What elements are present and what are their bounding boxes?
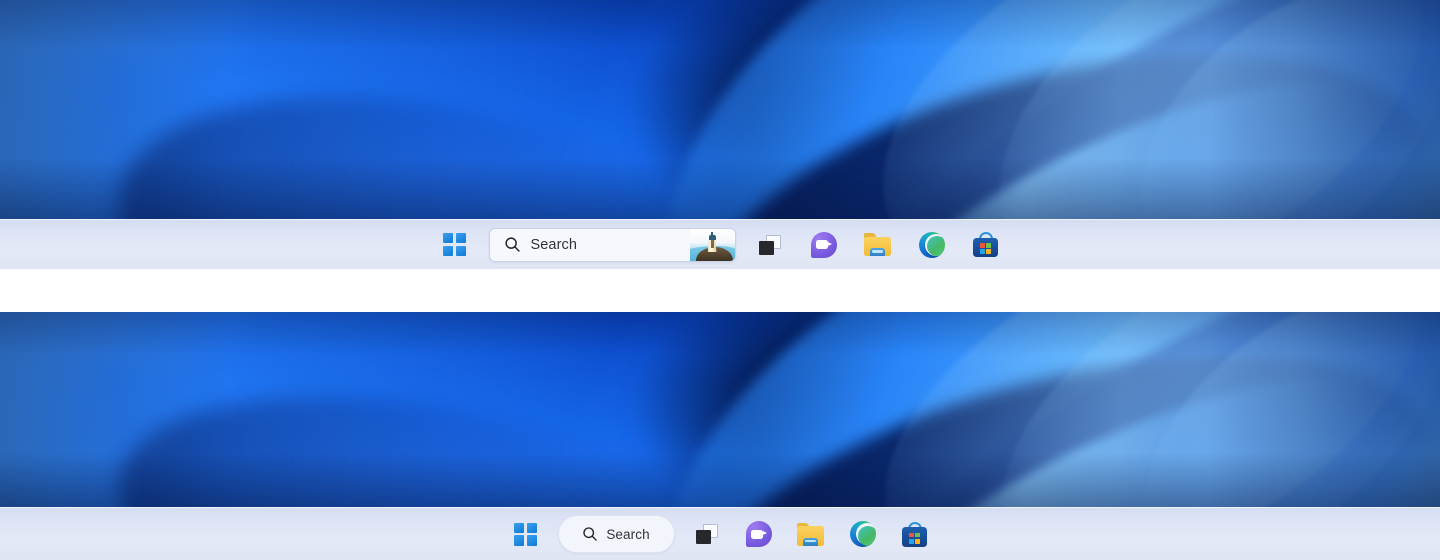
store-button[interactable] bbox=[966, 225, 1006, 265]
search-input[interactable]: Search bbox=[488, 227, 736, 262]
taskbar-2-tray: Search bbox=[506, 514, 935, 554]
task-view-icon bbox=[695, 524, 718, 544]
task-view-button[interactable] bbox=[750, 225, 790, 265]
taskbar-1: Search bbox=[0, 219, 1440, 269]
bing-daily-image-thumbnail[interactable] bbox=[689, 228, 735, 261]
task-view-icon bbox=[758, 234, 781, 255]
start-button[interactable] bbox=[506, 514, 546, 554]
search-icon bbox=[504, 237, 520, 252]
task-view-button[interactable] bbox=[687, 514, 727, 554]
start-button[interactable] bbox=[435, 225, 475, 265]
wallpaper-vignette bbox=[0, 312, 1440, 507]
chat-button[interactable] bbox=[804, 225, 844, 265]
edge-button[interactable] bbox=[843, 514, 883, 554]
store-bag-icon bbox=[902, 521, 927, 547]
search-placeholder: Search bbox=[530, 236, 578, 253]
screenshot-root: Search Search bbox=[0, 0, 1440, 560]
file-explorer-button[interactable] bbox=[791, 514, 831, 554]
desktop-panel-2: Search bbox=[0, 312, 1440, 560]
taskbar-1-tray: Search bbox=[435, 225, 1006, 265]
folder-icon bbox=[864, 233, 891, 256]
folder-icon bbox=[797, 522, 824, 546]
teams-chat-icon bbox=[810, 231, 837, 258]
file-explorer-button[interactable] bbox=[858, 225, 898, 265]
teams-chat-icon bbox=[745, 521, 772, 547]
desktop-wallpaper-1 bbox=[0, 0, 1440, 219]
lighthouse-tip-icon bbox=[711, 231, 713, 237]
panel-separator-gap bbox=[0, 269, 1440, 312]
store-bag-icon bbox=[973, 232, 998, 257]
desktop-wallpaper-2 bbox=[0, 312, 1440, 507]
windows-logo-icon bbox=[443, 233, 466, 256]
chat-button[interactable] bbox=[739, 514, 779, 554]
edge-icon bbox=[849, 521, 876, 547]
search-placeholder: Search bbox=[606, 526, 650, 542]
desktop-panel-1: Search bbox=[0, 0, 1440, 269]
taskbar-2: Search bbox=[0, 507, 1440, 560]
edge-button[interactable] bbox=[912, 225, 952, 265]
edge-icon bbox=[918, 231, 945, 258]
store-button[interactable] bbox=[895, 514, 935, 554]
windows-logo-icon bbox=[514, 522, 537, 546]
search-input[interactable]: Search bbox=[557, 515, 675, 553]
search-icon bbox=[583, 527, 598, 541]
wallpaper-vignette bbox=[0, 0, 1440, 219]
